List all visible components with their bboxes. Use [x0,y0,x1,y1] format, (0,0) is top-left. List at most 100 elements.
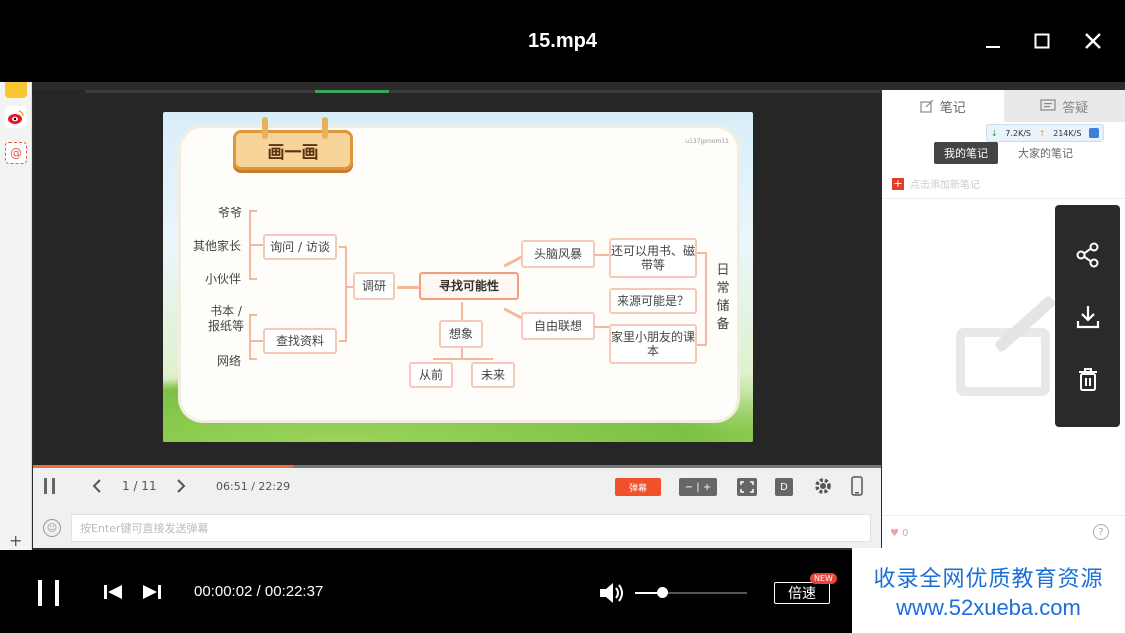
previous-button[interactable] [103,583,123,601]
minimize-button[interactable] [978,26,1008,56]
mobile-button[interactable] [851,468,863,504]
tab-qa[interactable]: 答疑 [1003,90,1125,122]
download-speed: 7.2K/S [1005,128,1031,138]
slide-banner: 画一画 [233,117,353,170]
playback-time: 00:00:02 / 00:22:37 [194,583,324,600]
tab-notes-label: 笔记 [939,100,966,116]
left-sidebar: @ + [0,82,32,550]
title-bar: 15.mp4 [0,0,1125,82]
node-free-association: 自由联想 [521,312,595,340]
download-button[interactable] [1055,297,1120,337]
chevron-left-icon [92,479,101,493]
slide: u137jpmom11 画一画 爷爷 其他家长 小伙伴 书本 / 报纸等 网络 [163,112,753,442]
new-badge: NEW [810,573,837,584]
inner-controls: 1 / 11 06:51 / 22:29 弹幕 − | + D [33,468,881,504]
fit-screen-icon [740,481,754,493]
label-grandpa: 爷爷 [218,206,243,220]
top-stripe [85,90,885,93]
page-indicator: 1 / 11 [122,479,157,493]
close-button[interactable] [1078,26,1108,56]
video-player-window: 15.mp4 @ + u137jpmom11 画一画 爷爷 其他家长 小伙伴 书… [0,0,1125,633]
node-brainstorm: 头脑风暴 [521,240,595,268]
zoom-control[interactable]: − | + [679,478,717,496]
ad-banner[interactable]: 收录全网优质教育资源 www.52xueba.com [852,548,1125,633]
inner-pause-button[interactable] [43,468,57,504]
video-area[interactable]: u137jpmom11 画一画 爷爷 其他家长 小伙伴 书本 / 报纸等 网络 [33,90,885,465]
delete-button[interactable] [1055,359,1120,399]
label-daily-reserve: 日常储备 [716,263,730,332]
network-speed: ↓ 7.2K/S ↑ 214K/S [986,124,1104,142]
minimize-icon [986,46,1000,48]
add-note-button[interactable]: + 点击添加新笔记 [892,176,980,191]
add-icon[interactable]: + [9,531,22,550]
app-icon[interactable] [5,82,27,98]
add-note-label: 点击添加新笔记 [910,180,980,191]
help-icon[interactable]: ? [1093,524,1109,540]
phone-icon [851,476,863,496]
label-internet: 网络 [217,354,242,368]
plus-icon: + [892,176,904,190]
skip-forward-icon [143,585,161,599]
playback-speed-button[interactable]: 倍速 [774,582,830,604]
pause-icon [38,580,59,606]
danmu-input[interactable]: 按Enter键可直接发送弹幕 [71,514,871,542]
trash-icon [1078,368,1097,391]
label-friends: 小伙伴 [205,272,242,286]
label-books: 书本 / 报纸等 [207,304,244,333]
pause-icon [44,478,55,494]
danmu-input-area: ☺ 按Enter键可直接发送弹幕 [33,504,881,548]
banner-text: 画一画 [267,142,319,163]
download-icon [1076,306,1099,329]
tab-qa-label: 答疑 [1062,100,1089,116]
window-title: 15.mp4 [528,30,597,52]
inner-time: 06:51 / 22:29 [216,479,291,493]
upload-speed: 214K/S [1053,128,1082,138]
prev-page-button[interactable] [91,468,103,504]
network-icon [1089,128,1100,138]
notes-tabs: 笔记 答疑 [882,90,1125,122]
emoji-icon[interactable]: ☺ [43,519,61,537]
danmu-toggle[interactable]: 弹幕 [615,478,661,496]
recorded-screen: @ + u137jpmom11 画一画 爷爷 其他家长 小伙伴 书本 / 报纸等… [0,82,1125,550]
weibo-icon[interactable] [5,106,27,128]
notes-footer: ♥ 0 ? [882,515,1125,550]
skip-back-icon [104,585,122,599]
node-research-materials: 查找资料 [263,328,337,354]
node-core: 寻找可能性 [419,272,519,300]
volume-knob[interactable] [657,587,668,598]
node-source: 来源可能是？ [609,288,697,314]
gear-icon [815,478,831,494]
volume-button[interactable] [598,582,626,604]
node-interview: 询问 / 访谈 [263,234,337,260]
notes-subtabs: 我的笔记 大家的笔记 [934,142,1083,164]
floating-action-menu [1055,205,1120,427]
edit-icon [920,99,934,113]
qa-icon [1040,99,1056,111]
next-page-button[interactable] [175,468,187,504]
like-count[interactable]: ♥ 0 [890,528,909,539]
fit-screen-button[interactable] [737,478,757,496]
node-research: 调研 [353,272,395,300]
volume-icon [600,583,623,603]
next-button[interactable] [142,583,162,601]
tab-notes[interactable]: 笔记 [882,90,1004,122]
node-textbooks: 家里小朋友的课本 [609,324,697,364]
maximize-button[interactable] [1027,26,1057,56]
at-icon[interactable]: @ [5,142,27,164]
label-parents: 其他家长 [193,239,242,253]
node-books-tapes: 还可以用书、磁带等 [609,238,697,278]
my-notes-tab[interactable]: 我的笔记 [934,142,998,164]
d-button[interactable]: D [775,478,793,496]
settings-button[interactable] [813,468,833,504]
volume-slider[interactable] [635,592,747,594]
node-past: 从前 [409,362,453,388]
all-notes-tab[interactable]: 大家的笔记 [1008,142,1083,164]
close-icon [1085,33,1101,49]
node-imagine: 想象 [439,320,483,348]
slide-watermark: u137jpmom11 [685,138,729,145]
pause-button[interactable] [36,578,62,608]
ad-url: www.52xueba.com [896,594,1081,620]
share-button[interactable] [1055,235,1120,275]
ad-slogan: 收录全网优质教育资源 [873,566,1104,592]
share-icon [1076,242,1098,268]
